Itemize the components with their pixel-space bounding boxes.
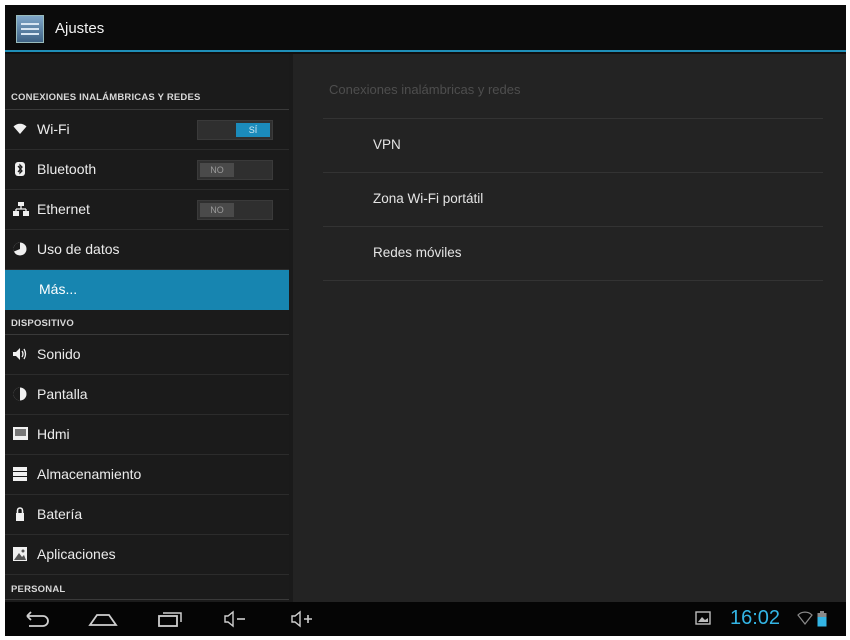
section-divider xyxy=(5,599,289,600)
volume-down-icon[interactable] xyxy=(223,608,249,630)
sidebar-item-label: Sonido xyxy=(37,346,81,362)
storage-icon xyxy=(13,467,27,481)
speaker-icon xyxy=(13,347,27,361)
row-mobile-networks[interactable]: Redes móviles xyxy=(323,226,823,280)
apps-icon xyxy=(13,547,27,561)
sidebar-item-hdmi[interactable]: Hdmi xyxy=(5,415,289,455)
toggle-knob: SÍ xyxy=(236,123,270,137)
sidebar-item-bluetooth[interactable]: Bluetooth NO xyxy=(5,150,289,190)
tablet-screen: Ajustes CONEXIONES INALÁMBRICAS Y REDES … xyxy=(5,5,846,636)
row-vpn[interactable]: VPN xyxy=(323,118,823,172)
bluetooth-icon xyxy=(13,162,27,176)
toggle-knob: NO xyxy=(200,203,234,217)
sidebar-item-sound[interactable]: Sonido xyxy=(5,335,289,375)
ethernet-icon xyxy=(13,202,29,216)
content-pane: Conexiones inalámbricas y redes VPN Zona… xyxy=(289,54,846,602)
row-label: Redes móviles xyxy=(373,245,462,260)
section-header-wireless: CONEXIONES INALÁMBRICAS Y REDES xyxy=(11,92,201,103)
hdmi-icon xyxy=(13,427,28,441)
recent-apps-icon[interactable] xyxy=(155,608,185,630)
sidebar-item-data-usage[interactable]: Uso de datos xyxy=(5,230,289,270)
sidebar-item-label: Hdmi xyxy=(37,426,70,442)
sidebar-item-display[interactable]: Pantalla xyxy=(5,375,289,415)
back-icon[interactable] xyxy=(21,608,51,630)
section-header-device: DISPOSITIVO xyxy=(11,318,74,329)
screenshot-notification-icon[interactable] xyxy=(695,611,711,630)
status-clock[interactable]: 16:02 xyxy=(730,607,780,630)
row-divider xyxy=(323,280,823,281)
sidebar-item-battery[interactable]: Batería xyxy=(5,495,289,535)
system-bar: 16:02 xyxy=(5,602,846,636)
volume-up-icon[interactable] xyxy=(290,608,316,630)
sidebar-item-label: Uso de datos xyxy=(37,241,120,257)
app-title: Ajustes xyxy=(55,20,105,37)
sidebar-item-label: Wi-Fi xyxy=(37,121,70,137)
battery-status-icon xyxy=(817,611,827,632)
sidebar-item-label: Ethernet xyxy=(37,201,90,217)
display-icon xyxy=(13,387,27,401)
settings-app-icon[interactable] xyxy=(16,15,44,43)
data-usage-icon xyxy=(13,242,27,256)
sidebar-item-ethernet[interactable]: Ethernet NO xyxy=(5,190,289,230)
action-bar: Ajustes xyxy=(5,5,846,52)
sidebar-item-wifi[interactable]: Wi-Fi SÍ xyxy=(5,110,289,150)
sidebar-item-label: Pantalla xyxy=(37,386,88,402)
row-label: Zona Wi-Fi portátil xyxy=(373,191,484,206)
sidebar-item-label: Aplicaciones xyxy=(37,546,116,562)
section-header-personal: PERSONAL xyxy=(11,584,66,595)
sidebar-item-label: Almacenamiento xyxy=(37,466,142,482)
bluetooth-toggle[interactable]: NO xyxy=(197,160,273,180)
toggle-knob: NO xyxy=(200,163,234,177)
content-panel: Conexiones inalámbricas y redes VPN Zona… xyxy=(293,54,846,602)
sidebar-item-apps[interactable]: Aplicaciones xyxy=(5,535,289,575)
ethernet-toggle[interactable]: NO xyxy=(197,200,273,220)
wifi-icon xyxy=(13,122,27,136)
sidebar-item-label: Más... xyxy=(39,281,78,297)
row-wifi-hotspot[interactable]: Zona Wi-Fi portátil xyxy=(323,172,823,226)
row-label: VPN xyxy=(373,137,401,152)
content-header: Conexiones inalámbricas y redes xyxy=(329,82,521,97)
settings-sidebar: CONEXIONES INALÁMBRICAS Y REDES Wi-Fi SÍ… xyxy=(5,54,289,602)
home-icon[interactable] xyxy=(87,608,119,630)
battery-icon xyxy=(13,507,27,521)
wifi-signal-icon xyxy=(797,611,813,630)
sidebar-item-label: Bluetooth xyxy=(37,161,97,177)
wifi-toggle[interactable]: SÍ xyxy=(197,120,273,140)
sidebar-item-more[interactable]: Más... xyxy=(5,270,289,310)
sidebar-item-storage[interactable]: Almacenamiento xyxy=(5,455,289,495)
sidebar-item-label: Batería xyxy=(37,506,83,522)
